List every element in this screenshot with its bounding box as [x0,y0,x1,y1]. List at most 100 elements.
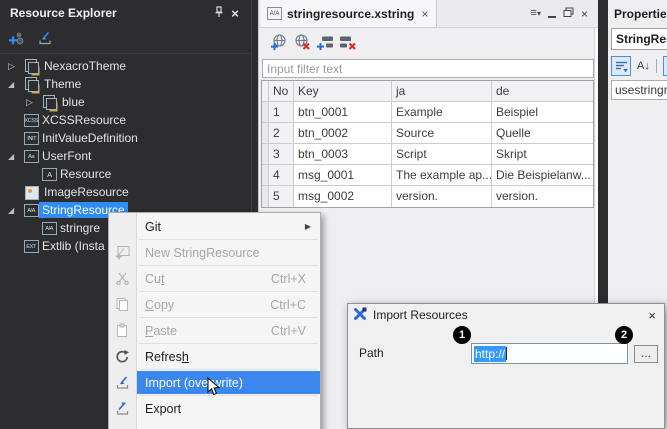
cell-ja[interactable]: Example [392,102,492,122]
cell-de[interactable]: Die Beispielanw... [492,165,593,185]
expanded-arrow-icon[interactable]: ◢ [8,80,24,89]
tree-item-xcssresource[interactable]: XCSS XCSSResource [0,111,251,129]
menu-item-export[interactable]: Export [109,397,320,420]
restore-icon[interactable] [563,7,574,21]
tree-item-imageresource[interactable]: ImageResource [0,183,251,201]
menu-item-copy[interactable]: Copy Ctrl+C [109,293,320,316]
tree-item-label: Theme [41,76,84,92]
tree-item-initvaluedefinition[interactable]: INIT InitValueDefinition [0,129,251,147]
cell-no: 3 [269,144,294,164]
cell-key[interactable]: btn_0003 [294,144,392,164]
column-header-no[interactable]: No [269,81,294,101]
dialog-titlebar[interactable]: Import Resources × [348,304,664,326]
filter-input[interactable] [262,59,594,78]
menu-separator [139,369,318,370]
property-view-icon[interactable] [663,56,667,76]
path-value-selected: http:// [474,346,506,362]
menu-shortcut: Ctrl+V [271,324,320,338]
cell-de[interactable]: Skript [492,144,593,164]
collapsed-arrow-icon[interactable]: ▷ [8,61,24,72]
property-row[interactable]: usestringresource [611,80,667,100]
tree-item-theme[interactable]: ◢ Theme [0,75,251,93]
tree-item-label: InitValueDefinition [39,130,141,146]
table-row[interactable]: 1 btn_0001 Example Beispiel [262,102,593,123]
nexacro-logo-icon [353,307,367,324]
collapsed-arrow-icon[interactable]: ▷ [26,97,42,108]
cut-icon [115,271,131,287]
import-icon [115,375,131,391]
image-resource-icon [24,185,41,199]
table-row[interactable]: 2 btn_0002 Source Quelle [262,123,593,144]
tab-list-menu-icon[interactable]: ≡▾ [531,8,541,19]
column-header-ja[interactable]: ja [392,81,492,101]
close-icon[interactable]: × [648,308,656,323]
extlib-icon: EXT [24,240,39,253]
step-badge-2: 2 [615,326,633,344]
tree-item-font-resource[interactable]: A Resource [0,165,251,183]
expanded-arrow-icon[interactable]: ◢ [8,152,24,161]
paste-icon [115,323,131,339]
cell-ja[interactable]: version. [392,186,492,207]
cell-ja[interactable]: Script [392,144,492,164]
table-row[interactable]: 5 msg_0002 version. version. [262,186,593,207]
delete-key-icon[interactable] [339,33,357,54]
close-icon[interactable]: × [227,6,243,21]
tree-item-nexacrotheme[interactable]: ▷ NexacroTheme [0,57,251,75]
resource-explorer-header: Resource Explorer × [0,0,251,26]
tree-item-blue[interactable]: ▷ blue [0,93,251,111]
cell-ja[interactable]: The example ap... [392,165,492,185]
menu-item-new-stringresource[interactable]: New StringResource [109,241,320,264]
cell-no: 4 [269,165,294,185]
cell-key[interactable]: btn_0002 [294,123,392,143]
tab-stringresource-xstring[interactable]: A/A stringresource.xstring × [261,0,437,27]
submenu-arrow-icon: ▶ [305,222,320,231]
expanded-arrow-icon[interactable]: ◢ [8,206,24,215]
cell-de[interactable]: version. [492,186,593,207]
tree-item-label: stringre [57,220,103,236]
menu-item-paste[interactable]: Paste Ctrl+V [109,319,320,342]
cell-no: 2 [269,123,294,143]
minimize-icon[interactable] [548,16,556,18]
row-gutter [262,81,269,101]
stringresource-icon: A/A [267,7,282,20]
menu-item-git[interactable]: Git ▶ [109,215,320,238]
row-gutter [262,186,269,207]
menu-separator [139,317,318,318]
sort-alpha-icon[interactable]: A↓ [637,60,650,72]
menu-shortcut: Ctrl+X [271,272,320,286]
theme-icon [42,95,59,109]
cell-ja[interactable]: Source [392,123,492,143]
delete-language-icon[interactable] [293,33,311,54]
properties-title: Properties [608,0,667,21]
column-header-de[interactable]: de [492,81,593,101]
cell-de[interactable]: Beispiel [492,102,593,122]
add-language-icon[interactable] [270,33,288,54]
pin-icon[interactable] [211,6,227,21]
new-stringresource-icon [115,245,131,261]
stringresource-icon: A/A [24,204,39,217]
menu-item-label: Git [145,220,161,234]
menu-item-cut[interactable]: Cut Ctrl+X [109,267,320,290]
cell-key[interactable]: msg_0002 [294,186,392,207]
table-row[interactable]: 4 msg_0001 The example ap... Die Beispie… [262,165,593,186]
column-header-key[interactable]: Key [294,81,392,101]
text-caret [506,347,507,360]
menu-item-label: Export [145,402,181,416]
object-selector[interactable]: StringResource [611,28,667,50]
categorized-view-icon[interactable] [611,56,631,76]
cell-key[interactable]: btn_0001 [294,102,392,122]
menu-separator [139,395,318,396]
add-resource-icon[interactable] [8,30,25,49]
cell-key[interactable]: msg_0001 [294,165,392,185]
path-input[interactable]: http:// [471,343,628,364]
tab-close-icon[interactable]: × [421,7,428,21]
browse-button[interactable]: ... [634,345,658,363]
table-row[interactable]: 3 btn_0003 Script Skript [262,144,593,165]
add-key-icon[interactable] [316,33,334,54]
string-table: No Key ja de 1 btn_0001 Example Beispiel… [261,80,594,208]
close-icon[interactable]: × [581,8,588,20]
menu-item-refresh[interactable]: Refresh [109,345,320,368]
cell-de[interactable]: Quelle [492,123,593,143]
import-resource-icon[interactable] [37,30,53,49]
tree-item-userfont[interactable]: ◢ Aa UserFont [0,147,251,165]
